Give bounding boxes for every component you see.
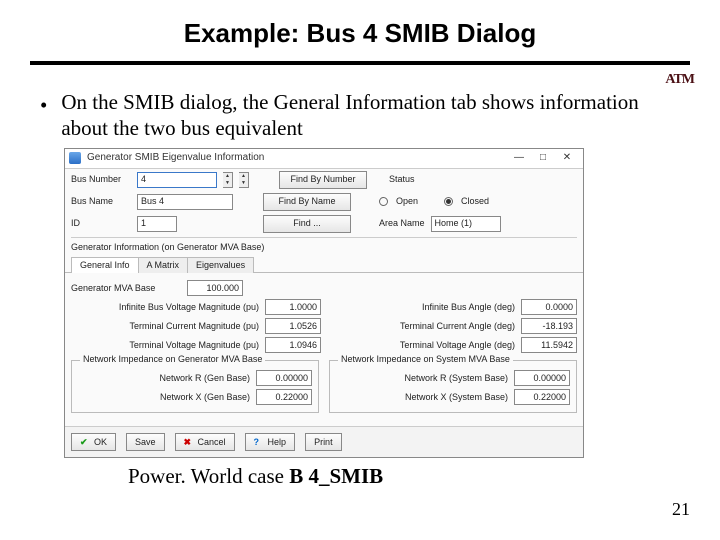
net-impedance-gen-group: Network Impedance on Generator MVA Base … (71, 360, 319, 413)
network-x-gen-label: Network X (Gen Base) (78, 392, 250, 403)
check-icon: ✔ (80, 437, 90, 447)
find-by-number-button[interactable]: Find By Number (279, 171, 367, 189)
net-impedance-sys-legend: Network Impedance on System MVA Base (338, 354, 513, 365)
title-divider (30, 61, 690, 65)
tamu-logo: ATM (665, 72, 694, 88)
help-label: Help (268, 437, 287, 448)
minimize-button[interactable]: — (507, 151, 531, 165)
separator (71, 237, 577, 238)
infinite-bus-angle-label: Infinite Bus Angle (deg) (327, 302, 515, 313)
infinite-bus-vmag-field[interactable]: 1.0000 (265, 299, 321, 315)
bus-name-field[interactable]: Bus 4 (137, 194, 233, 210)
terminal-current-mag-field[interactable]: 1.0526 (265, 318, 321, 334)
network-x-gen-field[interactable]: 0.22000 (256, 389, 312, 405)
save-button[interactable]: Save (126, 433, 165, 451)
page-number: 21 (672, 499, 690, 520)
dialog-titlebar: Generator SMIB Eigenvalue Information — … (65, 149, 583, 169)
status-label: Status (389, 174, 415, 185)
slide-bullet: • On the SMIB dialog, the General Inform… (40, 89, 680, 142)
general-info-panel: Generator MVA Base 100.000 Infinite Bus … (65, 273, 583, 426)
find-button[interactable]: Find ... (263, 215, 351, 233)
save-label: Save (135, 437, 156, 448)
print-button[interactable]: Print (305, 433, 342, 451)
find-by-name-button[interactable]: Find By Name (263, 193, 351, 211)
id-label: ID (71, 218, 131, 229)
tab-a-matrix[interactable]: A Matrix (138, 257, 189, 273)
bullet-text: On the SMIB dialog, the General Informat… (61, 89, 680, 142)
terminal-voltage-mag-field[interactable]: 1.0946 (265, 337, 321, 353)
smib-dialog: Generator SMIB Eigenvalue Information — … (64, 148, 584, 459)
network-x-sys-field[interactable]: 0.22000 (514, 389, 570, 405)
tab-eigenvalues[interactable]: Eigenvalues (187, 257, 254, 273)
chevron-down-icon[interactable]: ▼ (223, 180, 232, 187)
top-row-2: Bus Name Bus 4 Find By Name Open Closed (65, 191, 583, 213)
bus-number-field[interactable]: 4 (137, 172, 217, 188)
area-name-field[interactable]: Home (1) (431, 216, 501, 232)
network-r-gen-label: Network R (Gen Base) (78, 373, 250, 384)
network-r-sys-field[interactable]: 0.00000 (514, 370, 570, 386)
section-header-row: Generator Information (on Generator MVA … (65, 240, 583, 255)
status-closed-label: Closed (461, 196, 489, 207)
terminal-voltage-angle-field[interactable]: 11.5942 (521, 337, 577, 353)
status-open-label: Open (396, 196, 418, 207)
ok-label: OK (94, 437, 107, 448)
bus-number-label: Bus Number (71, 174, 131, 185)
area-name-label: Area Name (379, 218, 425, 229)
chevron-up-icon[interactable]: ▲ (223, 173, 232, 180)
print-label: Print (314, 437, 333, 448)
ok-button[interactable]: ✔ OK (71, 433, 116, 451)
x-icon: ✖ (184, 437, 194, 447)
bullet-dot-icon: • (40, 93, 47, 118)
status-open-radio[interactable] (379, 197, 388, 206)
network-r-gen-field[interactable]: 0.00000 (256, 370, 312, 386)
terminal-current-angle-field[interactable]: -18.193 (521, 318, 577, 334)
tabs: General Info A Matrix Eigenvalues (65, 256, 583, 273)
maximize-button[interactable]: □ (531, 151, 555, 165)
network-r-sys-label: Network R (System Base) (336, 373, 508, 384)
infinite-bus-angle-field[interactable]: 0.0000 (521, 299, 577, 315)
net-impedance-sys-group: Network Impedance on System MVA Base Net… (329, 360, 577, 413)
slide-title: Example: Bus 4 SMIB Dialog (0, 0, 720, 57)
slide-caption: Power. World case B 4_SMIB (128, 464, 720, 489)
question-icon: ? (254, 437, 264, 447)
bus-name-label: Bus Name (71, 196, 131, 207)
top-row-1: Bus Number 4 ▲▼ ▲▼ Find By Number Status (65, 169, 583, 191)
window-controls: — □ ✕ (507, 151, 579, 165)
caption-case-name: B 4_SMIB (289, 464, 383, 488)
terminal-voltage-angle-label: Terminal Voltage Angle (deg) (327, 340, 515, 351)
id-field[interactable]: 1 (137, 216, 177, 232)
chevron-up-icon[interactable]: ▲ (239, 173, 248, 180)
chevron-down-icon[interactable]: ▼ (239, 180, 248, 187)
top-row-3: ID 1 Find ... Area Name Home (1) (65, 213, 583, 235)
network-x-sys-label: Network X (System Base) (336, 392, 508, 403)
infinite-bus-vmag-label: Infinite Bus Voltage Magnitude (pu) (71, 302, 259, 313)
dialog-app-icon (69, 152, 81, 164)
help-button[interactable]: ? Help (245, 433, 296, 451)
bus-number-spinner[interactable]: ▲▼ (223, 172, 233, 188)
close-button[interactable]: ✕ (555, 151, 579, 165)
bus-number-spinner-2[interactable]: ▲▼ (239, 172, 249, 188)
gen-info-section-label: Generator Information (on Generator MVA … (71, 242, 264, 253)
dialog-title: Generator SMIB Eigenvalue Information (87, 152, 507, 164)
net-impedance-gen-legend: Network Impedance on Generator MVA Base (80, 354, 265, 365)
terminal-current-angle-label: Terminal Current Angle (deg) (327, 321, 515, 332)
terminal-current-mag-label: Terminal Current Magnitude (pu) (71, 321, 259, 332)
terminal-voltage-mag-label: Terminal Voltage Magnitude (pu) (71, 340, 259, 351)
gen-mva-base-field[interactable]: 100.000 (187, 280, 243, 296)
cancel-label: Cancel (198, 437, 226, 448)
tab-general-info[interactable]: General Info (71, 257, 139, 273)
gen-mva-base-label: Generator MVA Base (71, 283, 181, 294)
cancel-button[interactable]: ✖ Cancel (175, 433, 235, 451)
status-closed-radio[interactable] (444, 197, 453, 206)
caption-prefix: Power. World case (128, 464, 289, 488)
dialog-footer: ✔ OK Save ✖ Cancel ? Help Print (65, 426, 583, 457)
